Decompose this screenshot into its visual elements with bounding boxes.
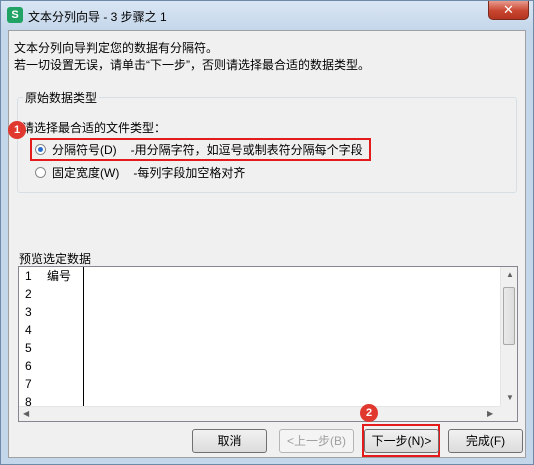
window-title: 文本分列向导 - 3 步骤之 1 xyxy=(28,10,167,24)
line-number: 3 xyxy=(25,305,32,319)
horizontal-scrollbar[interactable]: ◀ ▶ xyxy=(19,406,500,421)
scroll-left-icon[interactable]: ◀ xyxy=(23,409,29,418)
step-marker-2: 2 xyxy=(360,404,378,422)
radio-fixed-width-desc: -每列字段加空格对齐 xyxy=(133,165,246,180)
scroll-up-icon[interactable]: ▲ xyxy=(506,270,514,279)
scroll-down-icon[interactable]: ▼ xyxy=(506,393,514,402)
cancel-button[interactable]: 取消 xyxy=(192,429,267,453)
scroll-right-icon[interactable]: ▶ xyxy=(487,409,493,418)
finish-button[interactable]: 完成(F) xyxy=(448,429,523,453)
title-bar[interactable]: S 文本分列向导 - 3 步骤之 1 ✕ xyxy=(1,1,533,31)
line-number: 5 xyxy=(25,341,32,355)
preview-cell: 编号 xyxy=(47,269,72,283)
intro-line-2: 若一切设置无误，请单击“下一步”，否则请选择最合适的数据类型。 xyxy=(14,58,370,72)
close-button[interactable]: ✕ xyxy=(488,1,529,20)
scrollbar-corner xyxy=(500,406,517,421)
line-number-gutter: 1 2 3 4 5 6 7 8 9 xyxy=(19,267,42,421)
column-divider[interactable] xyxy=(83,267,84,421)
annotation-highlight-delimited xyxy=(30,138,371,161)
radio-fixed-width-label[interactable]: 固定宽度(W) xyxy=(52,164,119,181)
vertical-scrollbar[interactable]: ▲ ▼ xyxy=(500,267,517,406)
line-number: 4 xyxy=(25,323,32,337)
dialog-body: 文本分列向导判定您的数据有分隔符。 若一切设置无误，请单击“下一步”，否则请选择… xyxy=(8,30,526,458)
radio-fixed-width-indicator[interactable] xyxy=(35,166,46,178)
next-button[interactable]: 下一步(N)> xyxy=(364,429,439,453)
line-number: 1 xyxy=(25,269,32,283)
close-icon: ✕ xyxy=(503,2,514,17)
line-number: 6 xyxy=(25,359,32,373)
radio-fixed-width[interactable]: 固定宽度(W) -每列字段加空格对齐 xyxy=(35,163,245,181)
back-button[interactable]: <上一步(B) xyxy=(279,429,354,453)
intro-line-1: 文本分列向导判定您的数据有分隔符。 xyxy=(14,41,219,55)
dialog-window: S 文本分列向导 - 3 步骤之 1 ✕ 文本分列向导判定您的数据有分隔符。 若… xyxy=(0,0,534,465)
line-number: 2 xyxy=(25,287,32,301)
original-data-type-label: 原始数据类型 xyxy=(23,89,100,106)
preview-pane[interactable]: 1 2 3 4 5 6 7 8 9 编号 ▲ ▼ ◀ ▶ xyxy=(18,266,518,422)
file-type-prompt: 请选择最合适的文件类型： xyxy=(22,121,167,135)
preview-label: 预览选定数据 xyxy=(19,252,92,266)
line-number: 7 xyxy=(25,377,32,391)
vertical-scroll-thumb[interactable] xyxy=(503,287,515,345)
app-icon: S xyxy=(7,7,23,23)
step-marker-1: 1 xyxy=(8,121,26,139)
